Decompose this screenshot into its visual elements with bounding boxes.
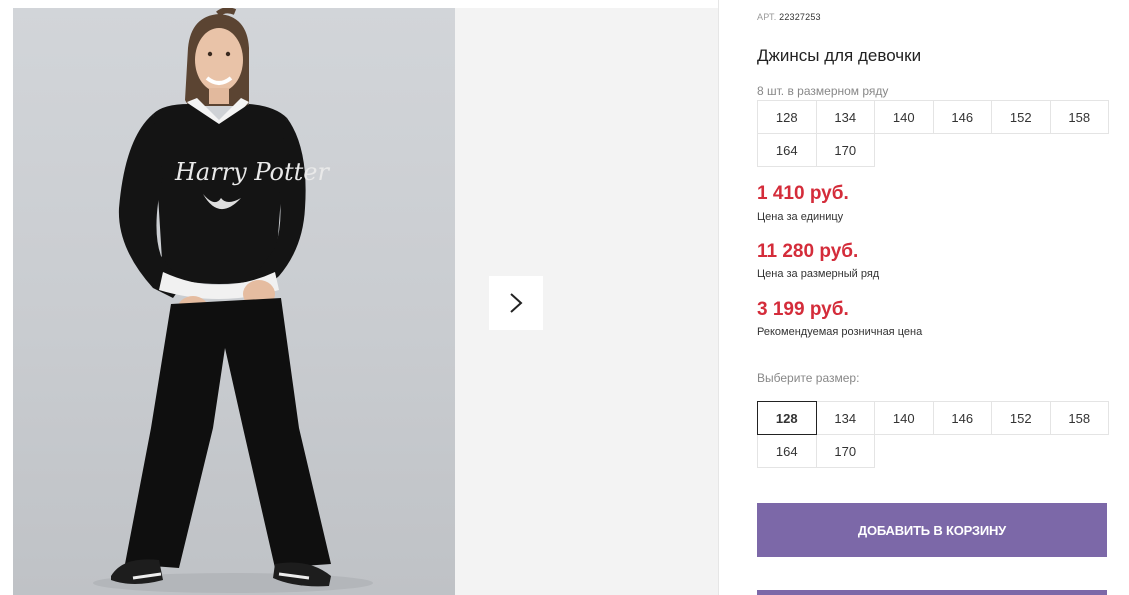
- size-option-170[interactable]: 170: [815, 434, 875, 468]
- secondary-button[interactable]: [757, 590, 1107, 595]
- size-option-140[interactable]: 140: [874, 401, 934, 435]
- range-price: 11 280 руб.: [757, 241, 859, 262]
- size-range-cell: 140: [874, 100, 934, 134]
- size-option-158[interactable]: 158: [1049, 401, 1109, 435]
- size-range-grid: 128 134 140 146 152 158 164 170: [757, 100, 1113, 167]
- size-option-164[interactable]: 164: [757, 434, 817, 468]
- size-range-cell: 164: [757, 133, 817, 167]
- size-selector: 128 134 140 146 152 158 164 170: [757, 401, 1113, 468]
- retail-price-label: Рекомендуемая розничная цена: [757, 326, 923, 338]
- sku-label: АРТ.: [757, 12, 777, 22]
- size-range-cell: 152: [991, 100, 1051, 134]
- sku: АРТ. 22327253: [757, 12, 821, 22]
- choose-size-label: Выберите размер:: [757, 371, 860, 385]
- sizes-count: 8 шт. в размерном ряду: [757, 84, 889, 98]
- size-range-cell: 128: [757, 100, 817, 134]
- size-range-cell: 134: [815, 100, 875, 134]
- add-to-cart-button[interactable]: Добавить в корзину: [757, 503, 1107, 557]
- size-option-146[interactable]: 146: [932, 401, 992, 435]
- size-range-cell: 170: [815, 133, 875, 167]
- size-option-134[interactable]: 134: [815, 401, 875, 435]
- sku-value: 22327253: [779, 12, 821, 22]
- size-range-cell: 158: [1049, 100, 1109, 134]
- unit-price: 1 410 руб.: [757, 183, 849, 204]
- range-price-label: Цена за размерный ряд: [757, 268, 880, 280]
- product-title: Джинсы для девочки: [757, 46, 922, 65]
- sweatshirt-print-text: Harry Potter: [174, 158, 330, 186]
- chevron-right-icon: [510, 293, 523, 313]
- gallery-next-button[interactable]: [489, 276, 543, 330]
- unit-price-label: Цена за единицу: [757, 211, 844, 223]
- retail-price: 3 199 руб.: [757, 299, 849, 320]
- model-illustration: Harry Potter: [93, 8, 373, 593]
- product-gallery: Harry Potter: [13, 8, 718, 595]
- size-range-cell: 146: [932, 100, 992, 134]
- size-option-128[interactable]: 128: [757, 401, 817, 435]
- column-divider: [718, 0, 719, 595]
- size-option-152[interactable]: 152: [991, 401, 1051, 435]
- product-photo[interactable]: Harry Potter: [13, 8, 455, 595]
